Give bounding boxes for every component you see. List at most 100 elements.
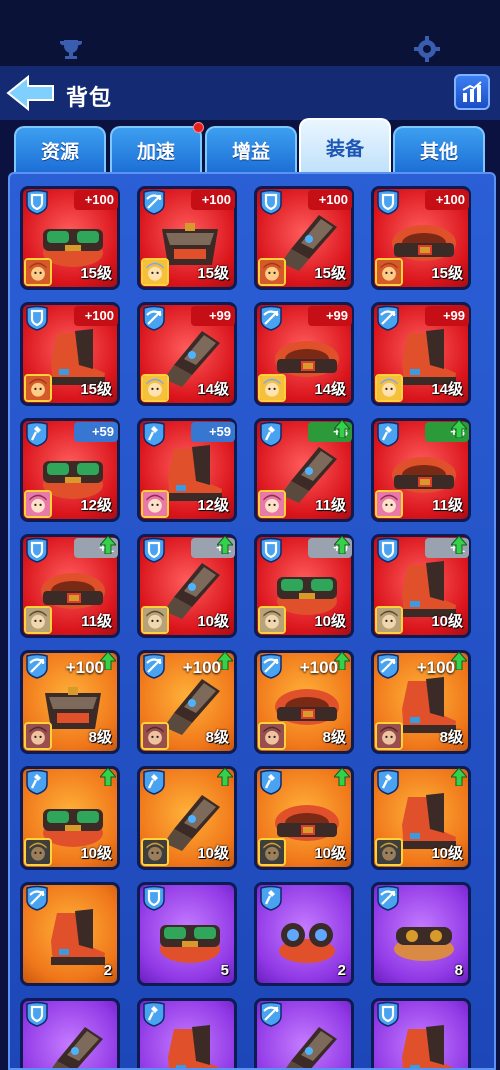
shield-icon — [142, 885, 166, 911]
item-level: 10级 — [431, 613, 463, 630]
equipment-item[interactable]: +910级 — [254, 534, 354, 638]
upgrade-arrow-icon — [332, 651, 352, 671]
trophy-icon[interactable] — [58, 38, 84, 60]
upgrade-arrow-icon — [215, 535, 235, 555]
bonus-tag: +59 — [191, 422, 235, 442]
upgrade-arrow-icon — [332, 535, 352, 555]
hero-avatar — [141, 606, 169, 634]
upgrade-arrow-icon — [98, 535, 118, 555]
hero-avatar — [375, 722, 403, 750]
equipment-item[interactable]: +100 8级 — [371, 650, 471, 754]
equipment-item[interactable]: +100 15级 — [371, 186, 471, 290]
equipment-item[interactable]: +99 14级 — [254, 302, 354, 406]
equipment-item[interactable]: +100 15级 — [254, 186, 354, 290]
upgrade-arrow-icon — [332, 419, 352, 439]
equipment-item[interactable]: +100 15级 — [137, 186, 237, 290]
boot-gear-icon — [152, 1021, 228, 1068]
item-level: 10级 — [314, 613, 346, 630]
crossbow-icon — [142, 189, 166, 215]
hero-avatar — [141, 490, 169, 518]
hero-avatar — [141, 838, 169, 866]
item-level: 8级 — [205, 729, 229, 746]
item-level: 10级 — [314, 845, 346, 862]
hero-avatar — [24, 490, 52, 518]
equipment-item[interactable] — [20, 998, 120, 1068]
page-title: 背包 — [66, 85, 113, 110]
hero-avatar — [375, 838, 403, 866]
item-level: 10级 — [80, 845, 112, 862]
crossbow-icon — [25, 653, 49, 679]
boot-gear-icon — [386, 1021, 462, 1068]
hero-avatar — [258, 490, 286, 518]
equipment-item[interactable]: +99 14级 — [371, 302, 471, 406]
item-count: 8 — [454, 962, 463, 979]
equipment-item[interactable]: +110级 — [371, 534, 471, 638]
equipment-item[interactable]: +311级 — [371, 418, 471, 522]
shield-icon — [25, 305, 49, 331]
item-level: 10级 — [197, 613, 229, 630]
equipment-item[interactable]: +100 15级 — [20, 302, 120, 406]
equipment-item[interactable]: 10级 — [20, 766, 120, 870]
tab-1[interactable]: 加速 — [110, 122, 204, 172]
upgrade-arrow-icon — [98, 651, 118, 671]
equipment-item[interactable]: 2 — [254, 882, 354, 986]
back-arrow-icon[interactable] — [6, 74, 56, 112]
tab-label: 增益 — [231, 141, 270, 163]
equipment-item[interactable]: +100 15级 — [20, 186, 120, 290]
item-level: 11级 — [315, 497, 346, 514]
status-bar — [0, 0, 500, 66]
bonus-tag: +100 — [425, 190, 469, 210]
item-level: 10级 — [431, 845, 463, 862]
equipment-item[interactable]: 10级 — [254, 766, 354, 870]
equipment-item[interactable]: +99 14级 — [137, 302, 237, 406]
tab-label: 资源 — [40, 141, 79, 163]
equipment-item[interactable]: +110级 — [137, 534, 237, 638]
hero-avatar — [141, 722, 169, 750]
equipment-item[interactable] — [137, 998, 237, 1068]
equipment-item[interactable]: +111级 — [20, 534, 120, 638]
equipment-item[interactable]: +59 12级 — [137, 418, 237, 522]
equipment-item[interactable] — [254, 998, 354, 1068]
bonus-tag: +100 — [308, 190, 352, 210]
equipment-item[interactable]: +311级 — [254, 418, 354, 522]
goggles-gear-icon — [152, 905, 228, 971]
gauntlet-gear-icon — [35, 1021, 111, 1068]
hero-avatar — [375, 374, 403, 402]
header-bar: 背包 — [0, 66, 500, 120]
shovel-icon — [142, 1001, 166, 1027]
hero-avatar — [258, 606, 286, 634]
crossbow-icon — [142, 305, 166, 331]
equipment-item[interactable]: 2 — [20, 882, 120, 986]
equipment-item[interactable]: 5 — [137, 882, 237, 986]
equipment-item[interactable] — [371, 998, 471, 1068]
equipment-item[interactable]: +100 8级 — [254, 650, 354, 754]
gauntlet-gear-icon — [269, 1021, 345, 1068]
tab-bar: 资源 加速 增益 装备 其他 — [0, 118, 500, 174]
shovel-icon — [25, 769, 49, 795]
equipment-item[interactable]: 10级 — [137, 766, 237, 870]
hero-avatar — [141, 258, 169, 286]
inventory-panel: +100 15级 +100 15级 +100 15级 +100 15级 +100 15级 +99 14… — [8, 172, 496, 1070]
tab-4[interactable]: 其他 — [393, 126, 485, 172]
hero-avatar — [24, 258, 52, 286]
bonus-tag: +100 — [191, 190, 235, 210]
item-level: 8级 — [439, 729, 463, 746]
gear-icon[interactable] — [414, 36, 440, 62]
tab-2[interactable]: 增益 — [205, 126, 297, 172]
equipment-item[interactable]: +100 8级 — [20, 650, 120, 754]
shovel-icon — [376, 769, 400, 795]
equipment-item[interactable]: +100 8级 — [137, 650, 237, 754]
equipment-item[interactable]: 8 — [371, 882, 471, 986]
equipment-item[interactable]: 10级 — [371, 766, 471, 870]
shovel-icon — [142, 769, 166, 795]
item-level: 8级 — [322, 729, 346, 746]
tab-3[interactable]: 装备 — [299, 118, 391, 174]
item-level: 15级 — [80, 381, 112, 398]
stats-button[interactable] — [454, 74, 490, 110]
tab-0[interactable]: 资源 — [14, 126, 106, 172]
equipment-item[interactable]: +59 12级 — [20, 418, 120, 522]
bonus-tag: +99 — [308, 306, 352, 326]
crossbow-icon — [259, 1001, 283, 1027]
item-grid: +100 15级 +100 15级 +100 15级 +100 15级 +100 15级 +99 14… — [10, 174, 494, 1068]
crossbow-icon — [376, 885, 400, 911]
